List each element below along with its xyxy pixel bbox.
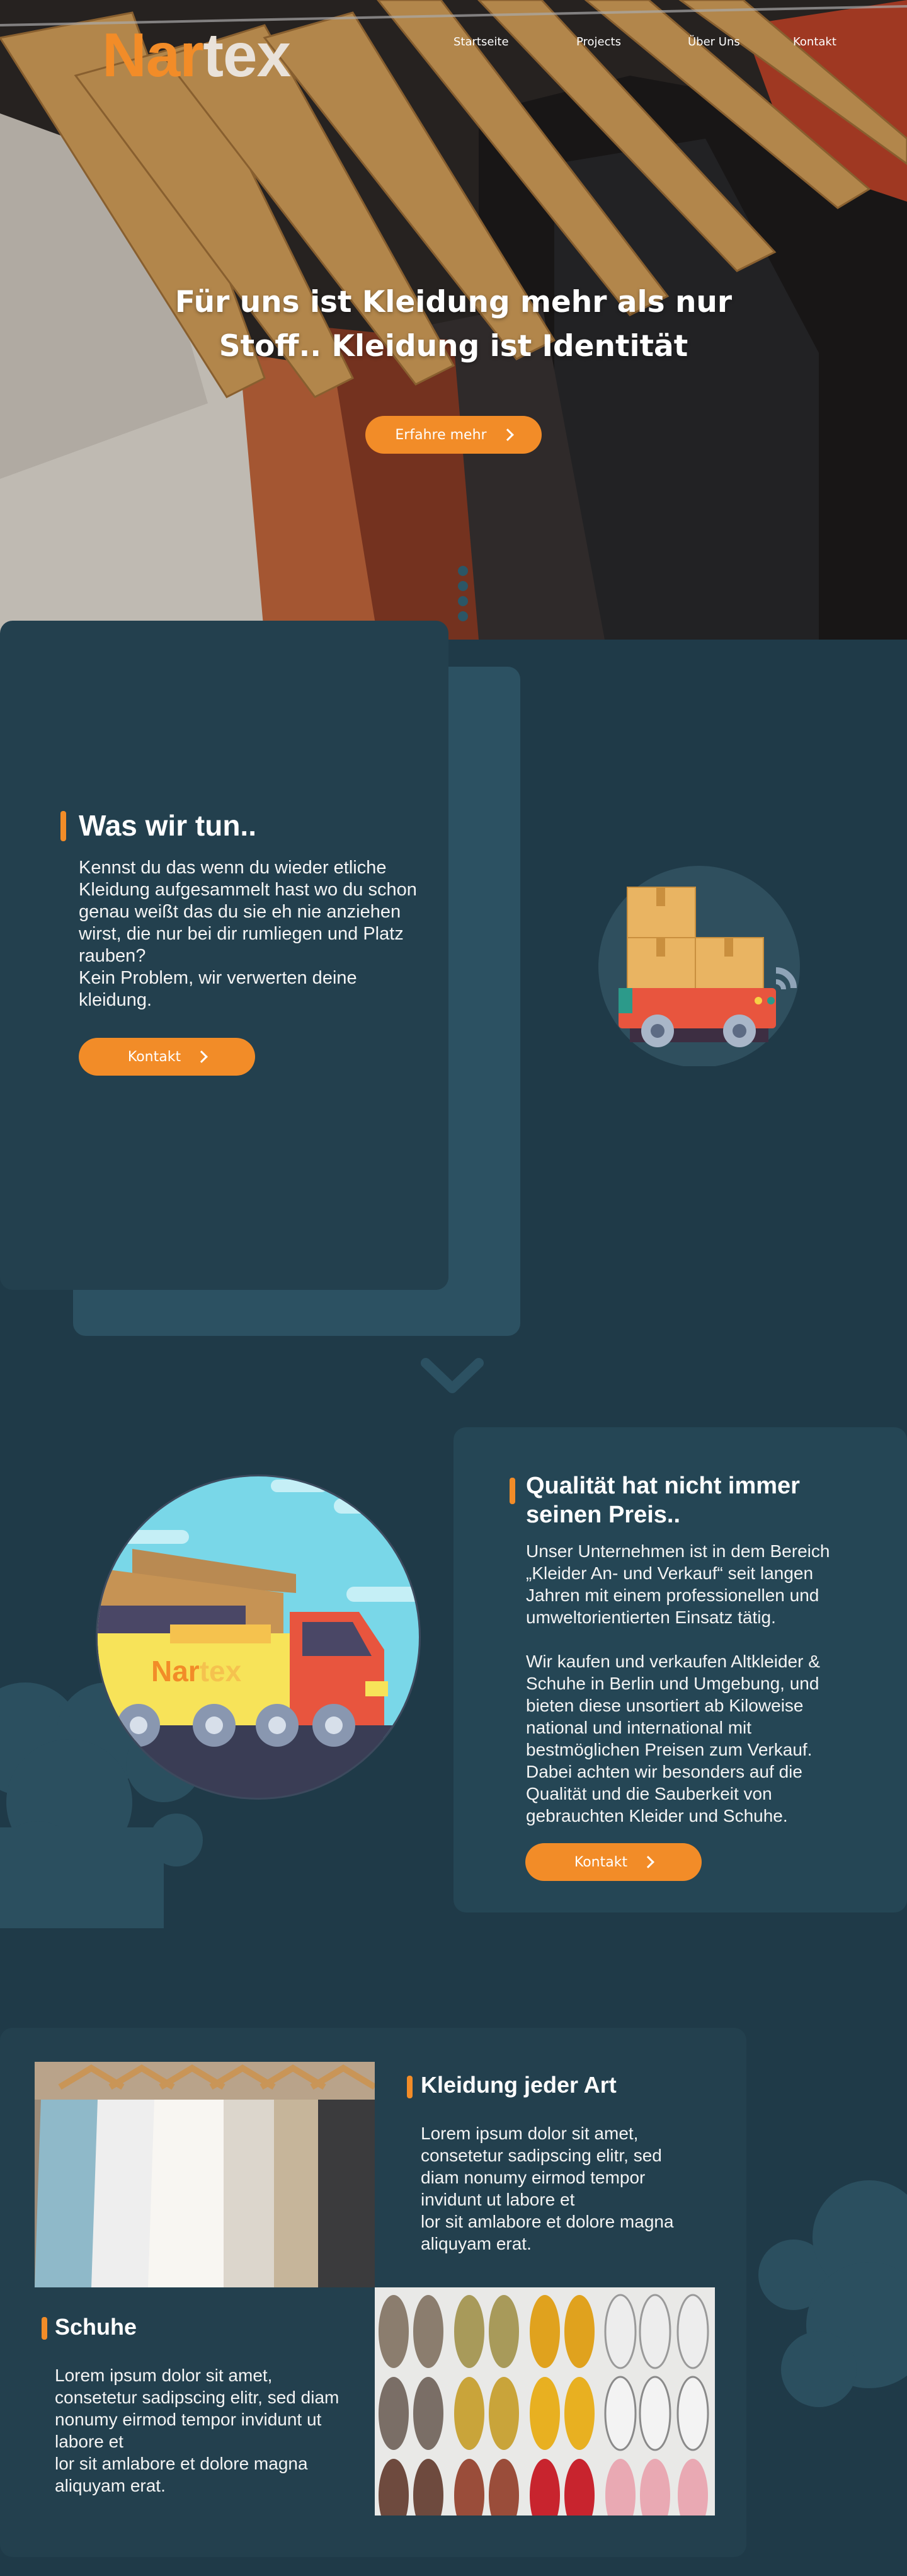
scroll-dot [458, 611, 468, 621]
hero-cta-label: Erfahre mehr [395, 427, 487, 443]
what-we-do-contact-button[interactable]: Kontakt [79, 1038, 255, 1076]
title-accent-bar [60, 811, 66, 841]
nav-link-ueber-uns[interactable]: Über Uns [688, 35, 740, 49]
delivery-truck-illustration [598, 866, 800, 1066]
truck-logo-nar: Nar [151, 1655, 200, 1688]
title-accent-bar [510, 1478, 515, 1504]
clothes-text: Lorem ipsum dolor sit amet, consetetur s… [421, 2124, 674, 2253]
logo-part-nar: Nar [102, 20, 203, 89]
decorative-bubbles [758, 2180, 907, 2407]
clothes-title: Kleidung jeder Art [421, 2072, 617, 2098]
nav-link-kontakt[interactable]: Kontakt [793, 35, 836, 49]
what-we-do-title: Was wir tun.. [79, 809, 256, 842]
shoes-photo [375, 2287, 715, 2516]
chevron-right-icon [195, 1050, 208, 1063]
svg-text:Nartex: Nartex [151, 1655, 242, 1688]
quality-title: Qualität hat nicht immer seinen Preis.. [526, 1473, 800, 1528]
hero-section: Nartex Startseite Projects Über Uns Kont… [0, 0, 907, 640]
scroll-dot [458, 581, 468, 591]
contact-button-label: Kontakt [574, 1854, 628, 1870]
nav-link-projects[interactable]: Projects [576, 35, 621, 49]
shoes-text: Lorem ipsum dolor sit amet, consetetur s… [55, 2366, 339, 2495]
logo-part-tex: tex [203, 20, 291, 89]
what-we-do-text: Kennst du das wenn du wieder etliche Kle… [79, 858, 417, 1010]
chevron-right-icon [642, 1856, 655, 1868]
shoes-title: Schuhe [55, 2314, 137, 2340]
hero-headline: Für uns ist Kleidung mehr als nur Stoff.… [174, 285, 733, 364]
nav-link-startseite[interactable]: Startseite [454, 35, 509, 49]
shirts-photo [35, 2062, 375, 2287]
chevron-right-icon [501, 428, 514, 441]
contact-button-label: Kontakt [127, 1049, 181, 1065]
hero-cta-button[interactable]: Erfahre mehr [365, 416, 542, 454]
chevron-down-icon[interactable] [421, 1358, 484, 1396]
quality-text: Unser Unternehmen ist in dem Bereich „Kl… [526, 1541, 830, 1826]
branded-truck-illustration: Nartex [96, 1475, 421, 1800]
scroll-dot [458, 566, 468, 576]
quality-contact-button[interactable]: Kontakt [525, 1843, 702, 1881]
scroll-indicator[interactable] [458, 566, 468, 626]
title-accent-bar [42, 2317, 47, 2340]
scroll-dot [458, 596, 468, 606]
title-accent-bar [407, 2076, 413, 2098]
truck-logo-tex: tex [200, 1655, 242, 1688]
site-logo[interactable]: Nartex [102, 24, 291, 86]
